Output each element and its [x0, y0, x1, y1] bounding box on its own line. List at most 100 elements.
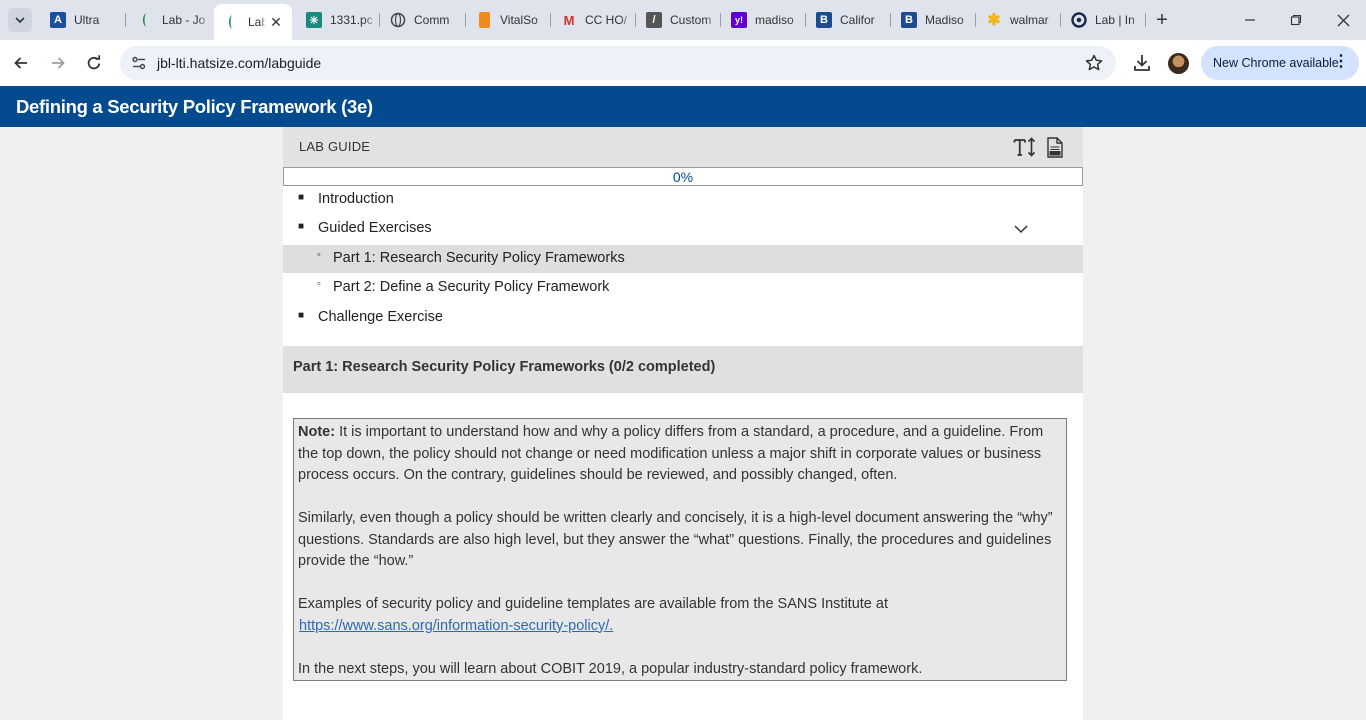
close-window-button[interactable]	[1331, 8, 1355, 32]
tab-title: Lab - Jo	[162, 13, 206, 27]
pdf-icon[interactable]	[1046, 135, 1064, 159]
browser-tab-3[interactable]: ✳ 1331.pc	[296, 6, 378, 34]
chevron-down-icon	[15, 17, 25, 24]
tab-title: walmar	[1010, 13, 1049, 27]
circle-bullet-icon: ◦	[317, 249, 321, 261]
browser-tab-active[interactable]: Lab ✕	[214, 4, 292, 40]
bullet-icon: ■	[298, 310, 305, 321]
toc-item-part-2[interactable]: ◦ Part 2: Define a Security Policy Frame…	[283, 274, 1083, 302]
lab-favicon-icon	[224, 14, 240, 30]
note-box: Note: It is important to understand how …	[293, 418, 1067, 681]
tab-title: Lab	[248, 15, 266, 29]
note-paragraph-1: Note: It is important to understand how …	[298, 422, 1062, 487]
profile-avatar[interactable]	[1168, 53, 1189, 74]
site-info-icon[interactable]	[130, 54, 148, 72]
note-text: Examples of security policy and guidelin…	[298, 596, 888, 612]
tab-title: Ultra	[74, 13, 100, 27]
address-bar[interactable]: jbl-lti.hatsize.com/labguide	[120, 46, 1116, 80]
tab-separator	[1145, 13, 1146, 27]
tab-title: Madiso	[925, 13, 964, 27]
progress-text: 0%	[672, 169, 694, 185]
lab-guide-panel: LAB GUIDE 0% ■ Introduction ■ Guided Exe…	[283, 127, 1083, 720]
tab-title: Califor	[840, 13, 875, 27]
forward-button[interactable]	[46, 51, 70, 75]
close-tab-icon[interactable]: ✕	[266, 14, 286, 31]
lab-circle-icon	[1071, 12, 1087, 28]
b-favicon-icon: B	[901, 12, 917, 28]
tab-separator	[125, 13, 126, 27]
update-label: New Chrome available	[1213, 56, 1339, 70]
minimize-icon	[1245, 19, 1255, 21]
browser-tab-4[interactable]: Comm	[380, 6, 464, 34]
menu-dots-icon[interactable]: ⋮	[1333, 54, 1349, 70]
toc-item-guided-exercises[interactable]: ■ Guided Exercises	[283, 215, 1083, 243]
bullet-icon: ■	[298, 192, 305, 203]
toc-item-label: Guided Exercises	[318, 220, 432, 236]
section-title: Part 1: Research Security Policy Framewo…	[293, 359, 716, 375]
tab-title: Comm	[414, 13, 450, 27]
toc-item-label: Part 1: Research Security Policy Framewo…	[333, 250, 625, 266]
bookmark-favicon-icon	[479, 12, 490, 28]
lab-guide-label: LAB GUIDE	[299, 139, 371, 154]
arrow-left-icon	[14, 57, 27, 69]
toc-item-part-1[interactable]: ◦ Part 1: Research Security Policy Frame…	[283, 245, 1083, 273]
chrome-update-button[interactable]: New Chrome available ⋮	[1201, 46, 1359, 80]
browser-tab-6[interactable]: M CC HO/	[551, 6, 635, 34]
tab-favicon-icon: A	[50, 12, 66, 28]
lab-guide-header: LAB GUIDE	[283, 127, 1083, 167]
tab-title: madiso	[755, 13, 794, 27]
download-icon[interactable]	[1131, 52, 1153, 74]
minimize-button[interactable]	[1238, 8, 1262, 32]
restore-button[interactable]	[1284, 8, 1308, 32]
browser-tab-strip: A Ultra Lab - Jo Lab ✕ ✳ 1331.pc Comm Vi…	[0, 0, 1366, 40]
browser-tab-7[interactable]: / Custom	[636, 6, 720, 34]
circle-bullet-icon: ◦	[317, 278, 321, 290]
toc-item-label: Challenge Exercise	[318, 309, 443, 325]
tab-title: 1331.pc	[330, 13, 373, 27]
browser-tab-9[interactable]: B Califor	[806, 6, 890, 34]
browser-tab-1[interactable]: Lab - Jo	[128, 6, 212, 34]
toc-item-label: Introduction	[318, 191, 394, 207]
browser-tab-0[interactable]: A Ultra	[40, 6, 124, 34]
tab-favicon-icon: ✳	[306, 12, 322, 28]
reload-icon	[87, 55, 101, 70]
globe-icon	[390, 12, 406, 28]
tab-search-button[interactable]	[8, 8, 32, 32]
gmail-icon: M	[563, 12, 575, 28]
browser-tab-8[interactable]: y! madiso	[721, 6, 805, 34]
progress-bar: 0%	[283, 167, 1083, 186]
tab-title: Lab | In	[1095, 13, 1135, 27]
browser-tab-11[interactable]: ✱ walmar	[976, 6, 1060, 34]
browser-tab-10[interactable]: B Madiso	[891, 6, 975, 34]
note-paragraph-3: Examples of security policy and guidelin…	[298, 594, 1062, 637]
note-paragraph-2: Similarly, even though a policy should b…	[298, 510, 1053, 569]
toc-item-label: Part 2: Define a Security Policy Framewo…	[333, 279, 610, 295]
browser-tab-5[interactable]: VitalSo	[466, 6, 550, 34]
browser-toolbar: jbl-lti.hatsize.com/labguide New Chrome …	[0, 40, 1366, 86]
section-header: Part 1: Research Security Policy Framewo…	[283, 346, 1083, 393]
note-text: It is important to understand how and wh…	[298, 424, 1044, 483]
page-title: Defining a Security Policy Framework (3e…	[16, 96, 373, 117]
tab-title: CC HO/	[585, 13, 627, 27]
url-text[interactable]: jbl-lti.hatsize.com/labguide	[157, 55, 321, 71]
new-tab-button[interactable]: +	[1150, 8, 1174, 32]
note-paragraph-4: In the next steps, you will learn about …	[298, 660, 923, 677]
note-label: Note:	[298, 424, 336, 440]
sans-policy-link[interactable]: https://www.sans.org/information-securit…	[299, 618, 613, 634]
yahoo-icon: y!	[731, 12, 747, 28]
restore-icon	[1290, 14, 1302, 26]
arrow-right-icon	[52, 57, 65, 69]
chevron-down-icon[interactable]	[1013, 221, 1029, 237]
bullet-icon: ■	[298, 221, 305, 232]
browser-tab-12[interactable]: Lab | In	[1061, 6, 1145, 34]
app-header: Defining a Security Policy Framework (3e…	[0, 86, 1366, 127]
bookmark-star-icon[interactable]	[1084, 53, 1104, 73]
reload-button[interactable]	[82, 51, 106, 75]
tab-title: Custom	[670, 13, 712, 27]
b-favicon-icon: B	[816, 12, 832, 28]
back-button[interactable]	[9, 51, 33, 75]
text-size-icon[interactable]	[1013, 135, 1037, 159]
toc-item-challenge-exercise[interactable]: ■ Challenge Exercise	[283, 304, 1083, 332]
close-icon	[1337, 14, 1349, 26]
toc-item-introduction[interactable]: ■ Introduction	[283, 186, 1083, 214]
